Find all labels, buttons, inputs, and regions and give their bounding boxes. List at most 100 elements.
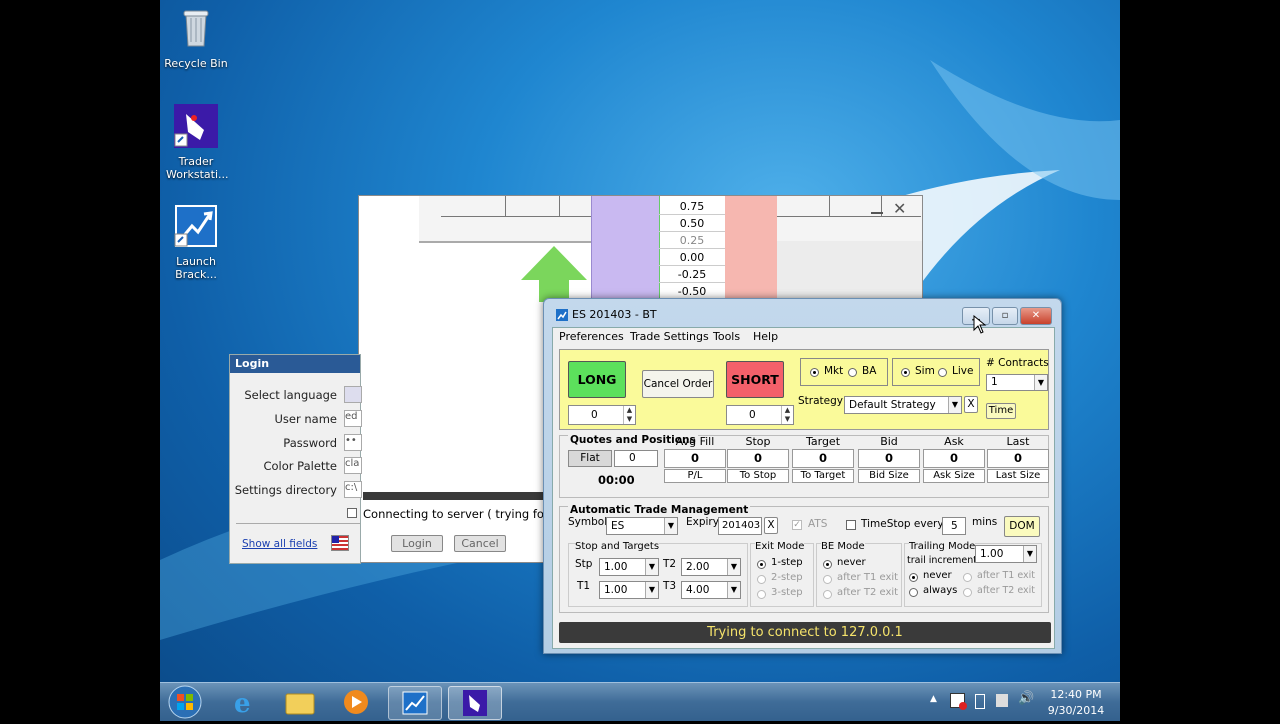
- exit-mode-group: Exit Mode 1-step 2-step 3-step: [750, 541, 814, 607]
- taskbar-trader-workstation[interactable]: [448, 686, 502, 720]
- chevron-down-icon[interactable]: ▼: [1034, 375, 1047, 390]
- trader-workstation-icon: [174, 104, 218, 148]
- t1-label: T1: [577, 580, 591, 592]
- desktop-icon-label: Recycle Bin: [164, 57, 228, 70]
- contracts-select[interactable]: 1 ▼: [986, 374, 1048, 391]
- short-qty-input[interactable]: 0 ▲ ▼: [726, 405, 794, 425]
- menu-help[interactable]: Help: [753, 330, 778, 343]
- be-t1-radio[interactable]: [823, 575, 832, 584]
- position-value: 0: [614, 450, 658, 467]
- trail-t1-radio[interactable]: [963, 573, 972, 582]
- login-title: Login: [230, 355, 360, 373]
- t1-select[interactable]: 1.00 ▼: [599, 581, 659, 599]
- clock-time[interactable]: 12:40 PM: [1040, 688, 1112, 701]
- strategy-select[interactable]: Default Strategy ▼: [844, 396, 962, 414]
- expiry-clear-button[interactable]: X: [764, 517, 778, 534]
- tray-volume-icon[interactable]: 🔊: [1018, 691, 1034, 706]
- close-button[interactable]: ✕: [1020, 307, 1052, 325]
- time-button[interactable]: Time: [986, 403, 1016, 419]
- taskbar-internet-explorer[interactable]: e: [218, 686, 270, 719]
- be-never-radio[interactable]: [823, 560, 832, 569]
- t2-select[interactable]: 2.00 ▼: [681, 558, 741, 576]
- start-button[interactable]: [166, 684, 204, 720]
- long-qty-input[interactable]: 0 ▲ ▼: [568, 405, 636, 425]
- taskbar-launch-bracket[interactable]: [388, 686, 442, 720]
- stp-value: 1.00: [604, 561, 628, 573]
- login-button[interactable]: Login: [391, 535, 443, 552]
- taskbar-media-player[interactable]: [330, 686, 382, 718]
- timestop-input[interactable]: 5: [942, 517, 966, 535]
- dom-close-icon[interactable]: ✕: [893, 199, 906, 218]
- mkt-radio[interactable]: [810, 368, 819, 377]
- menu-trade-settings[interactable]: Trade Settings: [630, 330, 709, 343]
- tray-action-center-icon[interactable]: [950, 693, 967, 710]
- exit-1step-radio[interactable]: [757, 560, 766, 569]
- trail-always-radio[interactable]: [909, 588, 918, 597]
- dom-price-cell: -0.25: [659, 266, 725, 283]
- tray-battery-icon[interactable]: [975, 694, 985, 709]
- sim-radio[interactable]: [901, 368, 910, 377]
- exit-3step-radio[interactable]: [757, 590, 766, 599]
- flag-canton: [332, 536, 339, 543]
- tray-show-hidden-icon[interactable]: ▲: [930, 694, 937, 704]
- cancel-order-button[interactable]: Cancel Order: [642, 370, 714, 398]
- trail-increment-select[interactable]: 1.00 ▼: [975, 545, 1037, 563]
- dom-price-cell: 0.75: [659, 198, 725, 215]
- be-mode-title: BE Mode: [821, 541, 865, 552]
- strategy-label: Strategy: [798, 395, 843, 407]
- bid-header: Bid: [880, 435, 898, 448]
- strategy-clear-button[interactable]: X: [964, 396, 978, 413]
- desktop-icon-launch-bracket[interactable]: Launch Brack...: [160, 204, 241, 281]
- windows-start-icon: [168, 685, 202, 719]
- chevron-down-icon[interactable]: ▼: [727, 582, 740, 598]
- be-t2-radio[interactable]: [823, 590, 832, 599]
- chevron-down-icon[interactable]: ▼: [948, 397, 961, 413]
- dom-button[interactable]: DOM: [1004, 516, 1040, 537]
- settings-directory-field[interactable]: c:\: [344, 481, 362, 498]
- symbol-select[interactable]: ES ▼: [606, 517, 678, 535]
- ba-radio[interactable]: [848, 368, 857, 377]
- menu-tools[interactable]: Tools: [713, 330, 740, 343]
- live-label: Live: [952, 365, 974, 377]
- username-field[interactable]: ed: [344, 410, 362, 427]
- dom-minimize-icon[interactable]: [871, 212, 883, 214]
- dom-price-cell: 0.00: [659, 249, 725, 266]
- exit-2step-radio[interactable]: [757, 575, 766, 584]
- stp-label: Stp: [575, 558, 593, 570]
- maximize-button[interactable]: ▫: [992, 307, 1018, 325]
- live-radio[interactable]: [938, 368, 947, 377]
- taskbar-file-explorer[interactable]: [274, 686, 326, 718]
- chevron-down-icon[interactable]: ▼: [1023, 546, 1036, 562]
- chevron-down-icon[interactable]: ▼: [727, 559, 740, 575]
- trail-t2-radio[interactable]: [963, 588, 972, 597]
- password-field[interactable]: ••: [344, 434, 362, 451]
- short-button[interactable]: SHORT: [726, 361, 784, 398]
- chevron-down-icon[interactable]: ▼: [645, 559, 658, 575]
- cancel-login-button[interactable]: Cancel: [454, 535, 506, 552]
- exit-2step-label: 2-step: [771, 572, 803, 583]
- tray-usb-icon[interactable]: [996, 694, 1008, 707]
- expiry-input[interactable]: 201403: [718, 517, 762, 535]
- trail-never-radio[interactable]: [909, 573, 918, 582]
- chevron-down-icon[interactable]: ▼: [645, 582, 658, 598]
- stp-select[interactable]: 1.00 ▼: [599, 558, 659, 576]
- ask-value: 0: [923, 449, 985, 468]
- language-field[interactable]: [344, 386, 362, 403]
- t3-select[interactable]: 4.00 ▼: [681, 581, 741, 599]
- short-qty-spinner[interactable]: ▲ ▼: [781, 406, 793, 424]
- long-qty-spinner[interactable]: ▲ ▼: [623, 406, 635, 424]
- long-button[interactable]: LONG: [568, 361, 626, 398]
- desktop-icon-trader-workstation[interactable]: Trader Workstati...: [160, 104, 241, 181]
- be-t2-label: after T2 exit: [837, 587, 899, 598]
- ats-checkbox[interactable]: ✓: [792, 520, 802, 530]
- t3-label: T3: [663, 580, 677, 592]
- menu-preferences[interactable]: Preferences: [559, 330, 624, 343]
- clock-date[interactable]: 9/30/2014: [1040, 704, 1112, 717]
- timestop-checkbox[interactable]: [846, 520, 856, 530]
- color-palette-field[interactable]: cla: [344, 457, 362, 474]
- show-all-fields-link[interactable]: Show all fields: [242, 538, 317, 550]
- chevron-down-icon[interactable]: ▼: [664, 518, 677, 534]
- t3-value: 4.00: [686, 584, 710, 596]
- desktop-icon-recycle-bin[interactable]: Recycle Bin: [160, 6, 241, 70]
- status-checkbox[interactable]: [347, 508, 357, 518]
